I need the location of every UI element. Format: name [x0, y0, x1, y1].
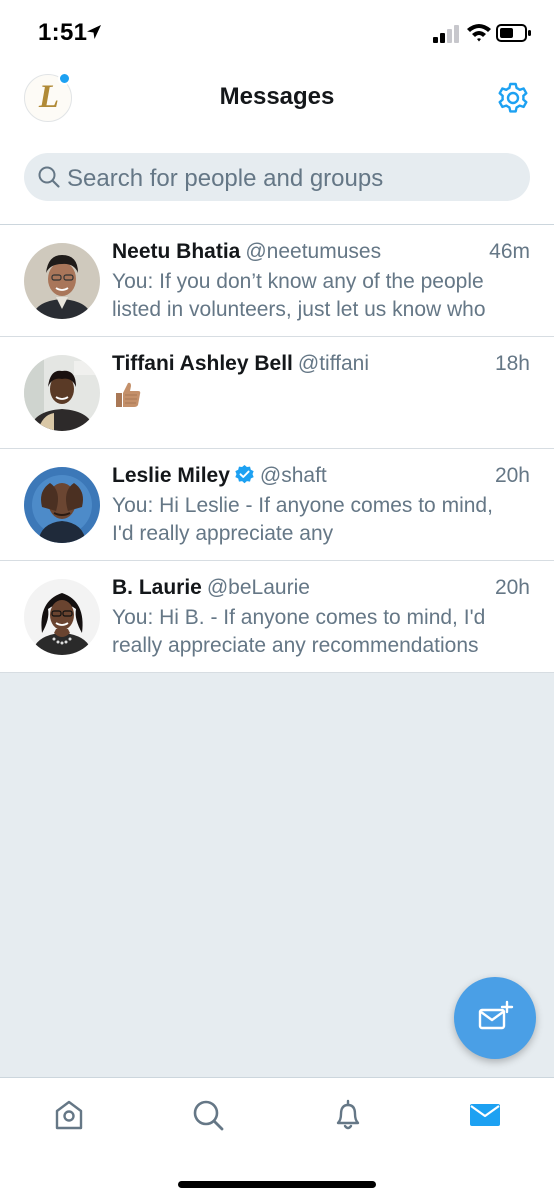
- message-time: 20h: [494, 576, 530, 599]
- verified-badge-icon: [235, 464, 254, 484]
- search-placeholder: Search for people and groups: [67, 165, 384, 192]
- wifi-icon: [467, 24, 491, 42]
- new-message-icon: [478, 1000, 514, 1030]
- conversation-row[interactable]: Tiffani Ashley Bell @tiffani 18h: [0, 337, 554, 449]
- contact-name: B. Laurie @beLaurie: [112, 576, 310, 599]
- search-input[interactable]: Search for people and groups: [24, 153, 530, 201]
- conversation-row[interactable]: B. Laurie @beLaurie 20h You: Hi B. - If a…: [0, 561, 554, 673]
- cellular-signal-icon: [433, 25, 459, 43]
- conversation-list: Neetu Bhatia @neetumuses 46m You: If you …: [0, 224, 554, 673]
- avatar: [24, 243, 100, 319]
- contact-handle: @shaft: [259, 464, 327, 487]
- avatar: [24, 467, 100, 543]
- message-preview: You: If you don’t know any of the people…: [112, 270, 486, 321]
- contact-name: Neetu Bhatia @neetumuses: [112, 240, 382, 263]
- header: L Messages: [0, 66, 554, 134]
- mail-icon[interactable]: [467, 1097, 503, 1133]
- contact-name: Tiffani Ashley Bell @tiffani: [112, 352, 370, 375]
- message-time: 20h: [494, 464, 530, 487]
- message-time: 46m: [489, 240, 530, 263]
- avatar: [24, 355, 100, 431]
- conversation-row[interactable]: Leslie Miley @shaft 20h You: Hi Leslie - …: [0, 449, 554, 561]
- avatar: [24, 579, 100, 655]
- conversation-row[interactable]: Neetu Bhatia @neetumuses 46m You: If you …: [0, 225, 554, 337]
- search-icon: [38, 166, 60, 188]
- new-message-button[interactable]: [454, 977, 536, 1059]
- thumbs-up-emoji-icon: [116, 382, 141, 407]
- home-indicator: [178, 1181, 376, 1188]
- page-title: Messages: [219, 83, 335, 110]
- contact-handle: @tiffani: [297, 352, 370, 375]
- message-preview: You: Hi Leslie - If anyone comes to mind…: [112, 494, 493, 545]
- location-arrow-icon: [87, 25, 101, 39]
- message-time: 18h: [494, 352, 530, 375]
- top-panel: 1:51 L Messages Search for people and gr…: [0, 0, 554, 224]
- contact-handle: @neetumuses: [245, 240, 382, 263]
- home-icon[interactable]: [51, 1097, 87, 1133]
- tab-bar: [0, 1077, 554, 1200]
- contact-handle: @beLaurie: [206, 576, 310, 599]
- status-bar: 1:51: [0, 0, 554, 66]
- settings-gear-icon[interactable]: [496, 81, 530, 115]
- message-preview: You: Hi B. - If anyone comes to mind, I'…: [112, 606, 486, 657]
- contact-name: Leslie Miley @shaft: [112, 464, 327, 487]
- battery-icon: [496, 24, 531, 42]
- status-time: 1:51: [38, 19, 88, 46]
- search-tab-icon[interactable]: [190, 1097, 226, 1133]
- bell-icon[interactable]: [330, 1097, 366, 1133]
